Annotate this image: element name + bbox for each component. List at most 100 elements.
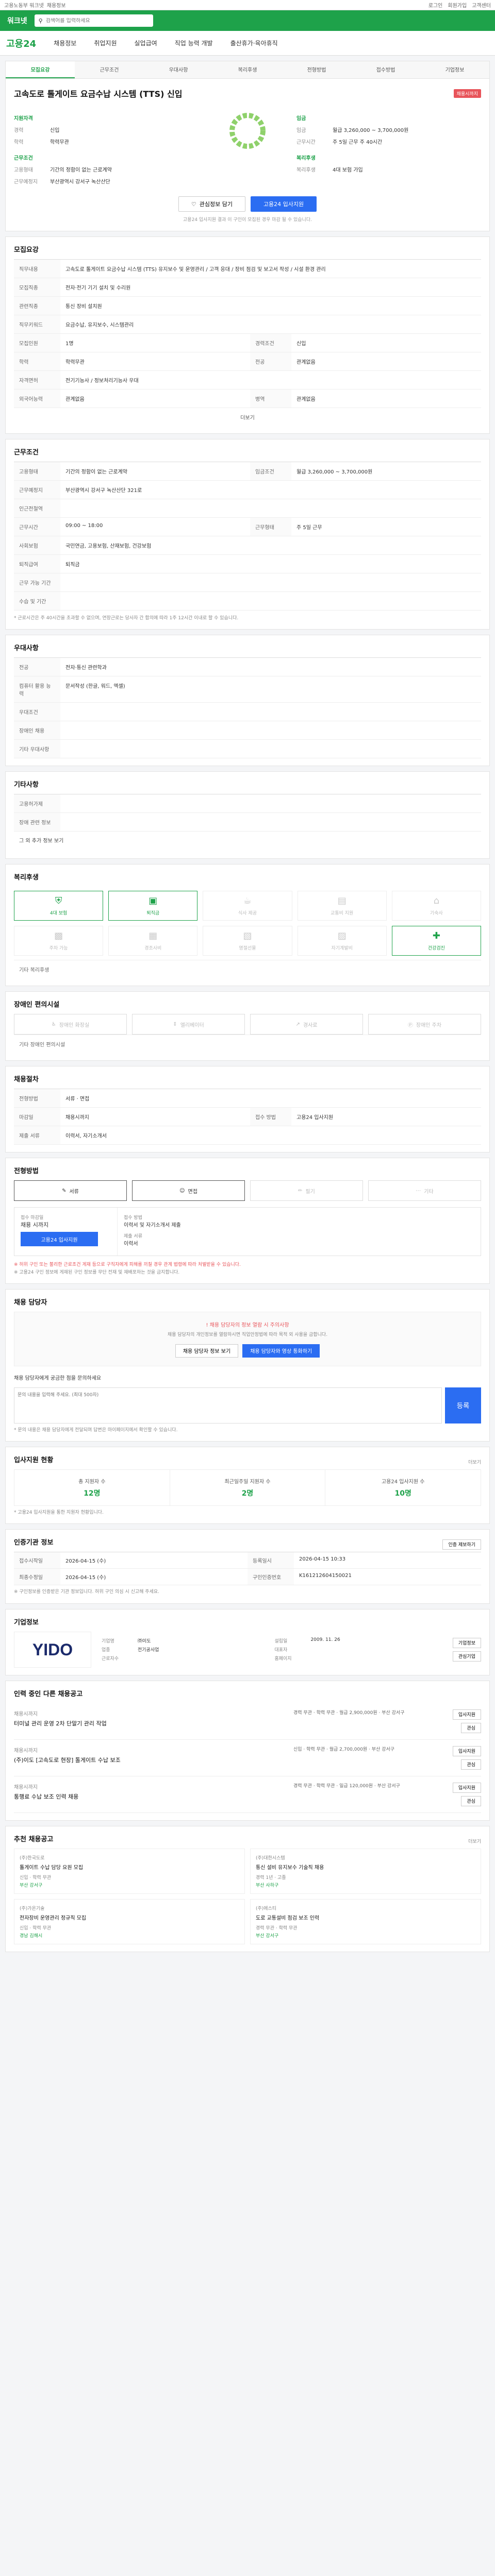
recommend-card[interactable]: (주)대한시스템 통신 설비 유지보수 기술직 채용 경력 1년 · 고졸 부산 사하…: [250, 1848, 481, 1894]
warning-notice: ※ 허위 구인 또는 불리한 근로조건 게재 등으로 구직자에게 피해를 끼칠 …: [14, 1262, 241, 1268]
utility-links: 로그인 회원가입 고객센터: [428, 1, 491, 9]
work-note: * 근로시간은 주 40시간을 초과할 수 없으며, 연장근로는 당사자 간 합…: [14, 616, 239, 621]
item-title[interactable]: (주)이도 [고속도로 현장] 톨게이트 수납 보조: [14, 1756, 286, 1764]
signup-link[interactable]: 회원가입: [448, 1, 467, 9]
recommend-more-link[interactable]: 더보기: [468, 1838, 481, 1844]
welfare-tile: ▨ 자기계발비: [297, 926, 387, 956]
tab-recruit[interactable]: 모집요강: [6, 61, 75, 78]
nav-support[interactable]: 취업지원: [94, 39, 117, 47]
recruit-more-link[interactable]: 더보기: [14, 408, 481, 426]
row-value: 통신 장비 설치원: [65, 304, 102, 310]
row-label: 기타 복리후생: [19, 968, 50, 974]
apply-button[interactable]: 고용24 입사지원: [250, 196, 317, 212]
meal-icon: ☕: [243, 895, 252, 907]
kv-label: 대표자: [274, 1648, 288, 1653]
search-box: ⚲: [34, 14, 153, 27]
facility-tile: ↗ 경사로: [250, 1014, 363, 1035]
welfare-tile: ✚ 건강검진: [391, 926, 481, 956]
recruit-title: 모집요강: [14, 246, 39, 254]
company-section: 기업정보 YIDO 기업명 ㈜이도 설립일 2009. 11. 26 업종 전기공사업…: [5, 1608, 490, 1675]
search-logo[interactable]: 워크넷: [7, 15, 27, 26]
item-scrap-button[interactable]: 관심: [461, 1795, 481, 1806]
row-value: 퇴직금: [65, 562, 80, 568]
kv-value: 부산광역시 강서구 녹산산단: [50, 179, 110, 185]
report-button[interactable]: 인증 제보하기: [442, 1539, 481, 1550]
method-interview: ☺ 면접: [132, 1180, 245, 1201]
rec-title[interactable]: 도로 교통설비 점검 보조 인력: [256, 1913, 475, 1921]
recommend-card[interactable]: (주)한국도로 톨게이트 수납 담당 요원 모집 신입 · 학력 무관 부산 강서구: [14, 1848, 245, 1894]
row-value: 전자·통신 관련학과: [65, 665, 107, 671]
list-item[interactable]: 채용시까지 (주)이도 [고속도로 현장] 톨게이트 수납 보조 신입 · 학력 …: [14, 1740, 481, 1776]
help-link[interactable]: 고객센터: [472, 1, 491, 9]
table-row: 사회보험 국민연금, 고용보험, 산재보험, 건강보험: [14, 536, 481, 555]
job-title: 고속도로 톨게이트 요금수납 시스템 (TTS) 신입: [14, 89, 183, 99]
wallet-icon: ▣: [148, 895, 158, 907]
rec-title[interactable]: 통신 설비 유지보수 기술직 채용: [256, 1863, 475, 1871]
row-label: 근무시간: [14, 518, 60, 536]
brand-logo[interactable]: 고용24: [6, 37, 36, 50]
company-info-button[interactable]: 기업정보: [452, 1637, 481, 1648]
welfare-tile: ▦ 경조사비: [108, 926, 198, 956]
car-icon: ▩: [54, 930, 63, 942]
row-value: 국민연금, 고용보험, 산재보험, 건강보험: [65, 544, 152, 549]
rec-title[interactable]: 전자장비 운영관리 정규직 모집: [20, 1913, 239, 1921]
table-row: 외국어능력 관계없음 병역 관계없음: [14, 389, 481, 408]
nav-jobs[interactable]: 채용정보: [54, 39, 76, 47]
row-value: K161212604150021: [294, 1569, 481, 1586]
tab-company[interactable]: 기업정보: [420, 61, 489, 78]
tab-work[interactable]: 근무조건: [75, 61, 144, 78]
nav-leave[interactable]: 출산휴가·육아휴직: [230, 39, 278, 47]
item-scrap-button[interactable]: 관심: [461, 1722, 481, 1733]
copyright-notice: ※ 고용24 구인 정보에 게재된 구인 정보를 무단 전재 및 재배포하는 것…: [14, 1269, 180, 1275]
bus-icon: ▤: [337, 895, 346, 907]
recommend-card[interactable]: (주)에스티 도로 교통설비 점검 보조 인력 경력 무관 · 학력 무관 부산 강서…: [250, 1899, 481, 1944]
tab-apply[interactable]: 접수방법: [351, 61, 420, 78]
item-apply-button[interactable]: 입사지원: [452, 1709, 481, 1720]
table-row: 장애 관련 정보: [14, 813, 481, 832]
item-title[interactable]: 통행료 수납 보조 인력 채용: [14, 1792, 286, 1801]
item-apply-button[interactable]: 입사지원: [452, 1782, 481, 1793]
table-row: 모집직종 전자·전기 기기 설치 및 수리원: [14, 278, 481, 297]
method-label: 면접: [188, 1189, 197, 1195]
welfare-tile: ▣ 퇴직금: [108, 891, 198, 921]
welfare-tile: ▩ 주차 가능: [14, 926, 104, 956]
tab-welfare[interactable]: 복리후생: [213, 61, 282, 78]
tile-label: 엘리베이터: [180, 1022, 204, 1028]
apply-button-secondary[interactable]: 고용24 입사지원: [21, 1232, 98, 1247]
search-icon[interactable]: ⚲: [39, 18, 43, 24]
stats-more-link[interactable]: 더보기: [468, 1459, 481, 1465]
recommend-card[interactable]: (주)가온기술 전자장비 운영관리 정규직 모집 신입 · 학력 무관 경남 김해시: [14, 1899, 245, 1944]
list-item[interactable]: 채용시까지 통행료 수납 보조 인력 채용 경력 무관 · 학력 무관 · 일급 …: [14, 1776, 481, 1813]
item-scrap-button[interactable]: 관심: [461, 1759, 481, 1770]
tab-method[interactable]: 전형방법: [282, 61, 351, 78]
row-value: 주 5일 근무: [296, 525, 322, 531]
nav-benefit[interactable]: 실업급여: [135, 39, 157, 47]
kv-value: 주 5일 근무 주 40시간: [333, 140, 383, 145]
rec-title[interactable]: 톨게이트 수납 담당 요원 모집: [20, 1863, 239, 1871]
search-input[interactable]: [45, 18, 149, 24]
video-call-button[interactable]: 채용 담당자와 영상 통화하기: [242, 1344, 320, 1358]
list-item[interactable]: 채용시까지 터미널 관리 운영 2차 단말기 관리 작업 경력 무관 · 학력 무…: [14, 1703, 481, 1740]
kv-label: 근무예정지: [14, 179, 38, 185]
scrap-button[interactable]: ♡ 관심정보 담기: [178, 196, 245, 212]
method-etc: ⋯ 기타: [368, 1180, 481, 1201]
row-value: [60, 721, 481, 739]
login-link[interactable]: 로그인: [428, 1, 443, 9]
nav-training[interactable]: 직업 능력 개발: [175, 39, 213, 47]
kv-value: 2009. 11. 26: [310, 1637, 340, 1643]
etc-more-link[interactable]: 그 외 추가 정보 보기: [14, 832, 481, 851]
item-apply-button[interactable]: 입사지원: [452, 1745, 481, 1756]
row-value: 신입: [296, 341, 306, 347]
deadline-badge: 채용시까지: [453, 89, 481, 98]
view-contact-button[interactable]: 채용 담당자 정보 보기: [175, 1344, 239, 1358]
tab-pref[interactable]: 우대사항: [144, 61, 213, 78]
qa-submit-button[interactable]: 등록: [445, 1387, 481, 1423]
row-value: 이력서, 자기소개서: [65, 1133, 107, 1140]
qa-input[interactable]: [14, 1387, 442, 1423]
kv-label: 기업명: [102, 1639, 114, 1645]
facility-tile: ⇕ 엘리베이터: [132, 1014, 245, 1035]
health-icon: ✚: [432, 930, 440, 942]
row-label: 외국어능력: [14, 389, 60, 408]
follow-company-button[interactable]: 관심기업: [452, 1651, 481, 1662]
item-title[interactable]: 터미널 관리 운영 2차 단말기 관리 작업: [14, 1719, 286, 1727]
